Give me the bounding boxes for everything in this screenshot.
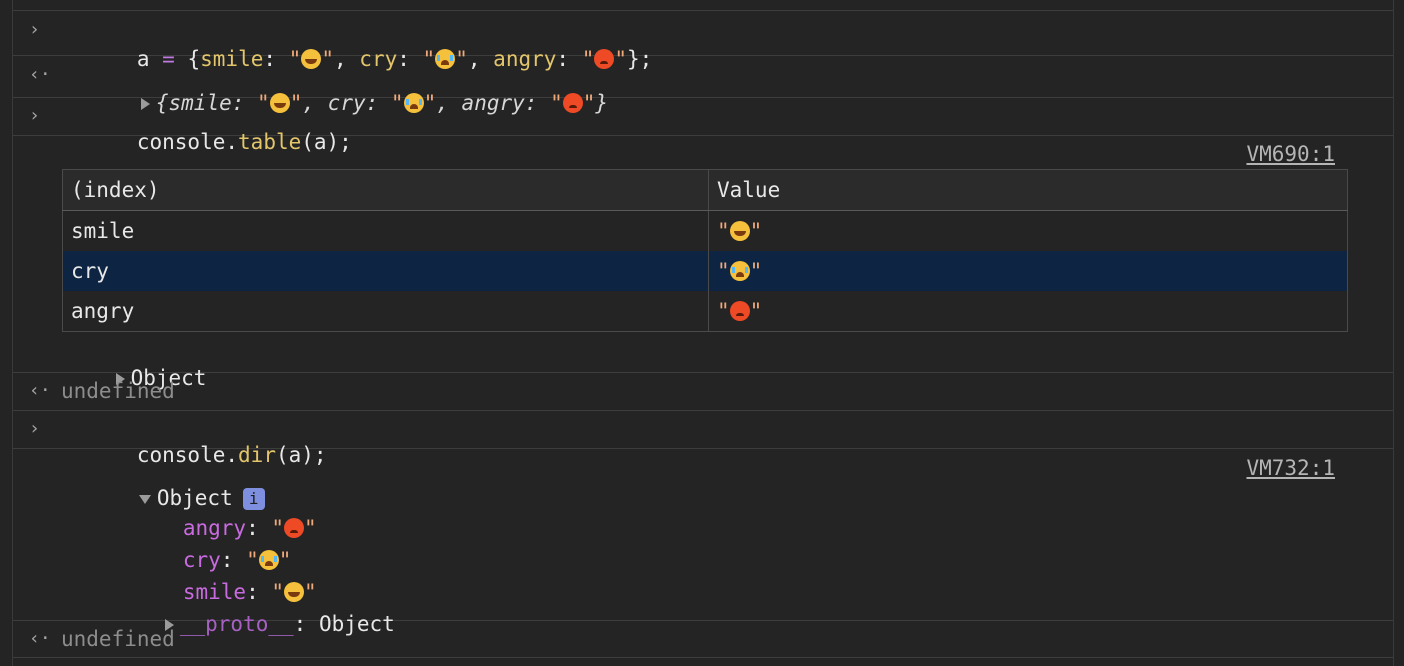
- table-cell-value: " ": [708, 291, 1348, 332]
- table-row[interactable]: smile " ": [62, 210, 1348, 251]
- table-row[interactable]: angry " ": [62, 291, 1348, 332]
- code-quote: ": [749, 259, 763, 283]
- source-link[interactable]: VM690:1: [1246, 142, 1335, 166]
- source-link[interactable]: VM732:1: [1246, 456, 1335, 480]
- result-undefined: undefined: [61, 627, 175, 651]
- return-arrow-icon: ‹·: [29, 64, 51, 85]
- table-cell-index: smile: [62, 210, 709, 251]
- code-quote: ": [717, 299, 730, 323]
- console-result-row: ‹· {smile: " ", cry: " ", angry: " "}: [13, 55, 1393, 115]
- angry-emoji-icon: [729, 301, 750, 321]
- return-arrow-icon: ‹·: [29, 628, 51, 649]
- table-cell-index: cry: [62, 251, 709, 291]
- code-quote: ": [304, 516, 317, 540]
- smile-emoji-icon: [729, 221, 750, 241]
- chevron-right-icon: ›: [29, 105, 40, 126]
- return-arrow-icon: ‹·: [29, 380, 51, 401]
- table-header[interactable]: Value: [708, 169, 1348, 211]
- code-quote: ": [749, 219, 763, 243]
- result-undefined: undefined: [61, 379, 175, 403]
- table-header[interactable]: (index): [62, 169, 709, 211]
- table-cell-value: " ": [708, 210, 1348, 251]
- console-result-row: ‹· undefined: [13, 373, 1393, 411]
- code-quote: ": [749, 299, 763, 323]
- table-cell-value: " ": [708, 251, 1348, 291]
- console-dir-output: VM732:1 Object i angry: " " cry: " " smile:…: [13, 449, 1393, 636]
- console-table: (index) Value smile " " cry " " angry " ": [62, 169, 1348, 332]
- console-input-row[interactable]: › console.dir(a);: [13, 411, 1393, 467]
- chevron-right-icon: ›: [29, 19, 40, 40]
- console-input-row[interactable]: › console.table(a);: [13, 98, 1393, 154]
- table-cell-index: angry: [62, 291, 709, 332]
- table-header-row: (index) Value: [62, 169, 1348, 211]
- console-panel: › a = {smile: " ", cry: " ", angry: " "}; ‹…: [12, 0, 1394, 666]
- table-row[interactable]: cry " ": [62, 251, 1348, 291]
- code-quote: ": [717, 259, 730, 283]
- console-result-row: ‹· undefined: [13, 621, 1393, 658]
- code-quote: ": [717, 219, 730, 243]
- chevron-right-icon: ›: [29, 418, 40, 439]
- console-input-row[interactable]: › a = {smile: " ", cry: " ", angry: " "};: [13, 10, 1393, 71]
- cry-emoji-icon: [729, 261, 750, 281]
